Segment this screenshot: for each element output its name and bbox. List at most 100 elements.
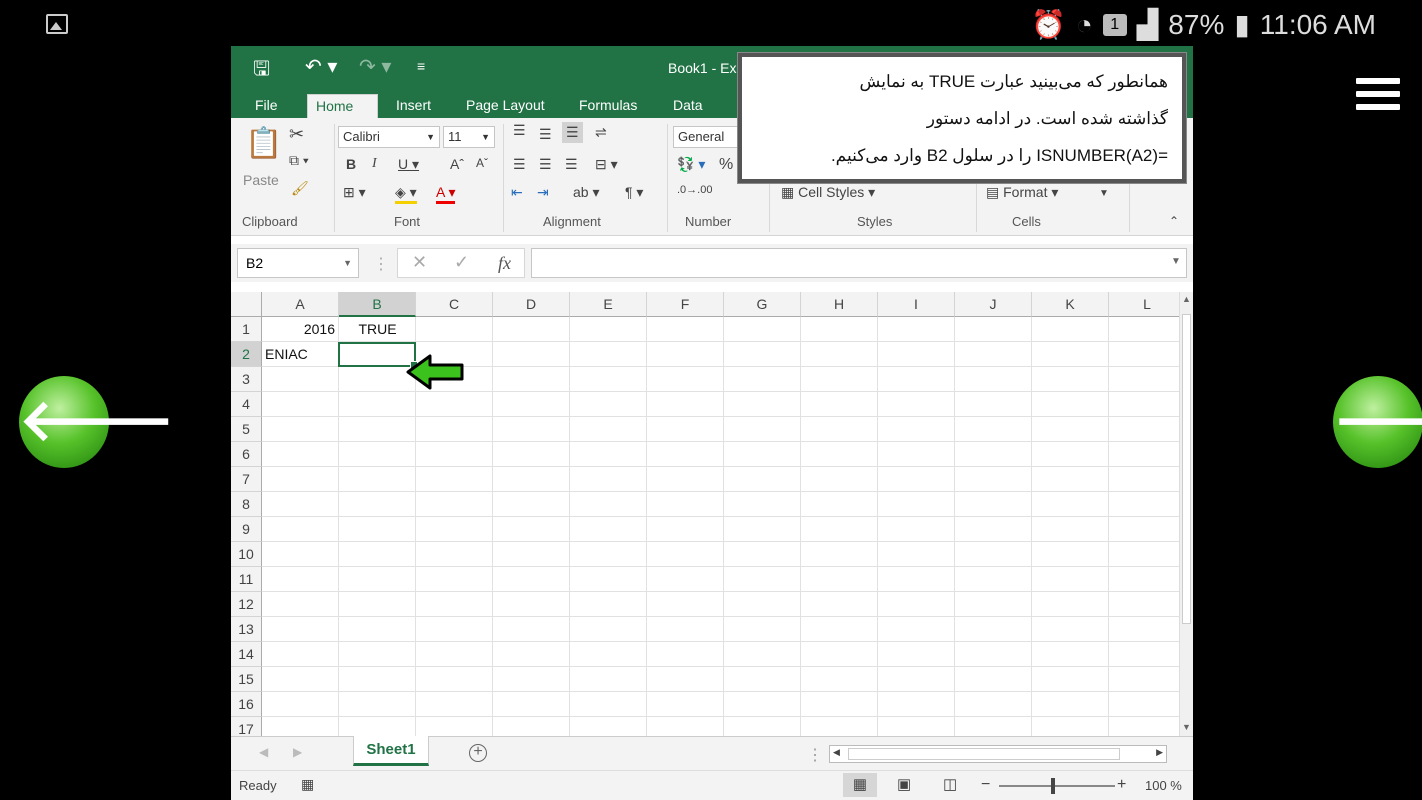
zoom-out-button[interactable]: − <box>981 776 990 794</box>
row-header-13[interactable]: 13 <box>231 617 262 642</box>
row-header-12[interactable]: 12 <box>231 592 262 617</box>
column-header-b[interactable]: B <box>339 292 416 317</box>
hscroll-thumb[interactable] <box>848 748 1120 760</box>
italic-icon[interactable]: I <box>372 156 377 172</box>
fx-icon[interactable]: fx <box>498 253 511 274</box>
menu-icon[interactable] <box>1356 78 1400 112</box>
horizontal-scrollbar[interactable]: ◀ ▶ <box>829 745 1167 763</box>
percent-icon[interactable]: % <box>719 156 733 174</box>
formula-input[interactable] <box>531 248 1187 278</box>
align-middle-icon[interactable]: ☰ <box>539 126 552 143</box>
paste-label[interactable]: Paste <box>243 172 279 188</box>
format-button[interactable]: ▤ Format ▾ <box>986 184 1058 201</box>
row-header-6[interactable]: 6 <box>231 442 262 467</box>
bold-icon[interactable]: B <box>346 156 356 172</box>
tab-home[interactable]: Home <box>307 94 378 118</box>
zoom-level[interactable]: 100 % <box>1145 778 1182 793</box>
decrease-indent-icon[interactable]: ⇤ <box>511 184 523 201</box>
column-header-k[interactable]: K <box>1032 292 1109 317</box>
ribbon-more-icon[interactable]: ▼ <box>1099 188 1109 199</box>
select-all-button[interactable] <box>231 292 262 317</box>
save-icon[interactable]: 🖫 <box>253 54 270 88</box>
worksheet-grid[interactable]: ABCDEFGHIJKL 1 2 3 4 5 6 7 8 9 10 11 12 13 14 15 16 17 2… <box>231 292 1179 736</box>
scroll-up-icon[interactable]: ▲ <box>1182 294 1191 304</box>
align-top-icon[interactable]: ☰ <box>513 122 526 139</box>
row-header-2[interactable]: 2 <box>231 342 262 367</box>
wrap-text-icon[interactable]: ⇌ <box>595 124 607 141</box>
row-header-10[interactable]: 10 <box>231 542 262 567</box>
enter-icon[interactable]: ✓ <box>454 252 469 273</box>
row-header-9[interactable]: 9 <box>231 517 262 542</box>
page-layout-view-icon[interactable]: ▣ <box>897 775 911 793</box>
row-header-17[interactable]: 17 <box>231 717 262 736</box>
orientation-icon[interactable]: ab ▾ <box>573 184 600 201</box>
cell-b2-selected[interactable] <box>338 342 418 369</box>
cell-a2[interactable]: ENIAC <box>262 342 338 367</box>
column-header-a[interactable]: A <box>262 292 339 317</box>
increase-indent-icon[interactable]: ⇥ <box>537 184 549 201</box>
add-sheet-icon[interactable]: + <box>469 744 487 762</box>
row-header-4[interactable]: 4 <box>231 392 262 417</box>
column-header-l[interactable]: L <box>1109 292 1179 317</box>
row-header-3[interactable]: 3 <box>231 367 262 392</box>
merge-center-icon[interactable]: ⊟ ▾ <box>595 156 618 173</box>
collapse-ribbon-icon[interactable]: ⌃ <box>1169 214 1179 228</box>
text-direction-icon[interactable]: ¶ ▾ <box>625 184 643 201</box>
font-size-select[interactable]: 11 ▼ <box>443 126 495 148</box>
increase-decimal-icon[interactable]: .0→.00 <box>677 184 712 196</box>
tab-data[interactable]: Data <box>665 94 711 118</box>
format-painter-icon[interactable]: 🖌 <box>291 180 309 197</box>
next-sheet-icon[interactable]: ▶ <box>293 745 302 759</box>
decrease-font-icon[interactable]: Aˇ <box>476 156 488 170</box>
column-header-j[interactable]: J <box>955 292 1032 317</box>
cell-b1[interactable]: TRUE <box>339 317 416 342</box>
scroll-thumb[interactable] <box>1182 314 1191 624</box>
undo-icon[interactable]: ↶ ▾ <box>305 54 337 79</box>
vertical-scrollbar[interactable]: ▲ ▼ <box>1179 292 1193 736</box>
cancel-icon[interactable]: ✕ <box>412 252 427 273</box>
row-header-15[interactable]: 15 <box>231 667 262 692</box>
row-header-14[interactable]: 14 <box>231 642 262 667</box>
underline-icon[interactable]: U ▾ <box>398 156 419 173</box>
zoom-slider-thumb[interactable] <box>1051 778 1055 794</box>
row-header-1[interactable]: 1 <box>231 317 262 342</box>
normal-view-icon[interactable]: ▦ <box>843 773 877 797</box>
macro-record-icon[interactable]: ▦ <box>301 776 314 793</box>
currency-icon[interactable]: 💱 ▾ <box>677 156 705 173</box>
borders-icon[interactable]: ⊞ ▾ <box>343 184 366 201</box>
column-header-g[interactable]: G <box>724 292 801 317</box>
prev-sheet-icon[interactable]: ◀ <box>259 745 268 759</box>
cell-styles-button[interactable]: ▦ Cell Styles ▾ <box>781 184 875 201</box>
column-header-f[interactable]: F <box>647 292 724 317</box>
font-color-icon[interactable]: A ▾ <box>436 184 456 204</box>
scroll-down-icon[interactable]: ▼ <box>1182 722 1191 732</box>
increase-font-icon[interactable]: Aˆ <box>450 156 464 172</box>
zoom-in-button[interactable]: + <box>1117 776 1126 794</box>
align-left-icon[interactable]: ☰ <box>513 156 526 173</box>
align-bottom-icon[interactable]: ☰ <box>562 122 583 143</box>
column-header-c[interactable]: C <box>416 292 493 317</box>
row-header-16[interactable]: 16 <box>231 692 262 717</box>
expand-formula-icon[interactable]: ▼ <box>1171 256 1181 267</box>
row-header-8[interactable]: 8 <box>231 492 262 517</box>
tab-formulas[interactable]: Formulas <box>571 94 645 118</box>
tab-file[interactable]: File <box>247 94 286 118</box>
align-right-icon[interactable]: ☰ <box>565 156 578 173</box>
tab-page-layout[interactable]: Page Layout <box>458 94 553 118</box>
next-arrow-icon[interactable]: 🡒 <box>1333 376 1422 468</box>
tab-insert[interactable]: Insert <box>388 94 439 118</box>
font-name-select[interactable]: Calibri ▼ <box>338 126 440 148</box>
number-format-select[interactable]: General <box>673 126 739 148</box>
scroll-left-icon[interactable]: ◀ <box>833 747 840 758</box>
customize-qat-icon[interactable]: ≡ <box>417 58 425 74</box>
fill-color-icon[interactable]: ◈ ▾ <box>395 184 417 204</box>
column-header-d[interactable]: D <box>493 292 570 317</box>
cell-a1[interactable]: 2016 <box>262 317 338 342</box>
zoom-slider[interactable] <box>999 785 1115 787</box>
align-center-icon[interactable]: ☰ <box>539 156 552 173</box>
scroll-right-icon[interactable]: ▶ <box>1156 747 1163 758</box>
row-header-7[interactable]: 7 <box>231 467 262 492</box>
name-box[interactable]: B2 ▼ <box>237 248 359 278</box>
redo-icon[interactable]: ↷ ▾ <box>359 54 391 79</box>
row-header-11[interactable]: 11 <box>231 567 262 592</box>
